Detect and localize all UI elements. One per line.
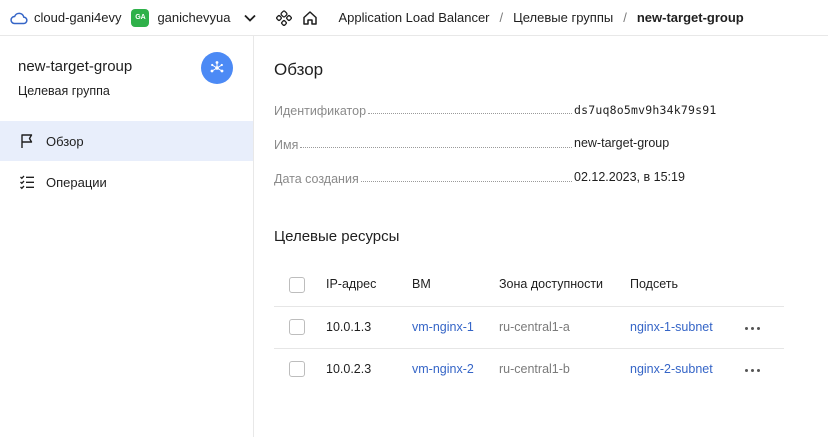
row-divider (274, 348, 784, 349)
top-bar: cloud-gani4evy GA ganichevyua Applicatio… (0, 0, 828, 36)
property-id-row: Идентификатор (274, 102, 574, 118)
breadcrumb-separator: / (499, 10, 504, 25)
folder-badge: GA (131, 8, 150, 27)
target-group-action-button[interactable] (201, 52, 233, 84)
overview-heading: Обзор (274, 60, 324, 79)
cell-subnet-link[interactable]: nginx-2-subnet (630, 362, 713, 376)
dotted-leader (368, 113, 572, 114)
target-resources-heading: Целевые ресурсы (274, 228, 400, 245)
row-checkbox[interactable] (289, 361, 305, 377)
breadcrumb: Application Load Balancer / Целевые груп… (338, 10, 743, 25)
select-all-checkbox[interactable] (289, 277, 305, 293)
property-label: Идентификатор (274, 104, 367, 118)
chevron-down-icon[interactable] (242, 10, 258, 26)
property-created-row: Дата создания (274, 170, 574, 186)
column-header-vm: ВМ (412, 277, 431, 291)
sidebar-item-label: Операции (46, 174, 107, 190)
cell-vm-link[interactable]: vm-nginx-1 (412, 320, 474, 334)
home-icon[interactable] (302, 10, 318, 26)
cloud-name: cloud-gani4evy (34, 10, 122, 25)
dotted-leader (300, 147, 572, 148)
cell-ip: 10.0.2.3 (326, 362, 372, 376)
property-label: Имя (274, 138, 299, 152)
cloud-selector[interactable]: cloud-gani4evy (10, 6, 121, 30)
property-name-row: Имя (274, 136, 574, 152)
flag-icon (19, 133, 35, 149)
sidebar-item-overview[interactable]: Обзор (0, 121, 253, 161)
resource-title: new-target-group (18, 58, 133, 75)
column-header-ip: IP-адрес (326, 277, 377, 291)
column-header-zone: Зона доступности (499, 277, 604, 291)
cell-zone: ru-central1-a (499, 320, 570, 334)
breadcrumb-item-alb[interactable]: Application Load Balancer (338, 10, 489, 25)
cell-zone: ru-central1-b (499, 362, 570, 376)
cloud-icon (10, 12, 28, 24)
sidebar-item-operations[interactable]: Операции (0, 162, 253, 202)
folder-name: ganichevyua (157, 10, 231, 25)
checklist-icon (19, 174, 35, 190)
column-header-subnet: Подсеть (630, 277, 678, 291)
dotted-leader (360, 181, 572, 182)
folder-selector[interactable]: GA ganichevyua (131, 8, 231, 27)
property-label: Дата создания (274, 172, 359, 186)
breadcrumb-item-current: new-target-group (636, 10, 744, 25)
cell-vm-link[interactable]: vm-nginx-2 (412, 362, 474, 376)
main-content: Обзор Идентификатор ds7uq8o5mv9h34k79s91… (254, 36, 828, 437)
cell-subnet-link[interactable]: nginx-1-subnet (630, 320, 713, 334)
more-actions-icon[interactable] (745, 367, 763, 373)
network-icon (210, 61, 224, 73)
property-id-value: ds7uq8o5mv9h34k79s91 (574, 103, 717, 117)
row-checkbox[interactable] (289, 319, 305, 335)
breadcrumb-separator: / (623, 10, 627, 25)
sidebar-item-label: Обзор (46, 133, 84, 149)
cell-ip: 10.0.1.3 (326, 320, 372, 334)
resource-type: Целевая группа (18, 84, 110, 98)
services-icon[interactable] (276, 9, 293, 26)
row-divider (274, 306, 784, 307)
property-created-value: 02.12.2023, в 15:19 (574, 170, 685, 184)
property-name-value: new-target-group (574, 136, 670, 150)
breadcrumb-item-target-groups[interactable]: Целевые группы (513, 10, 613, 25)
more-actions-icon[interactable] (745, 325, 763, 331)
sidebar: new-target-group Целевая группа Обзор Оп… (0, 36, 254, 437)
